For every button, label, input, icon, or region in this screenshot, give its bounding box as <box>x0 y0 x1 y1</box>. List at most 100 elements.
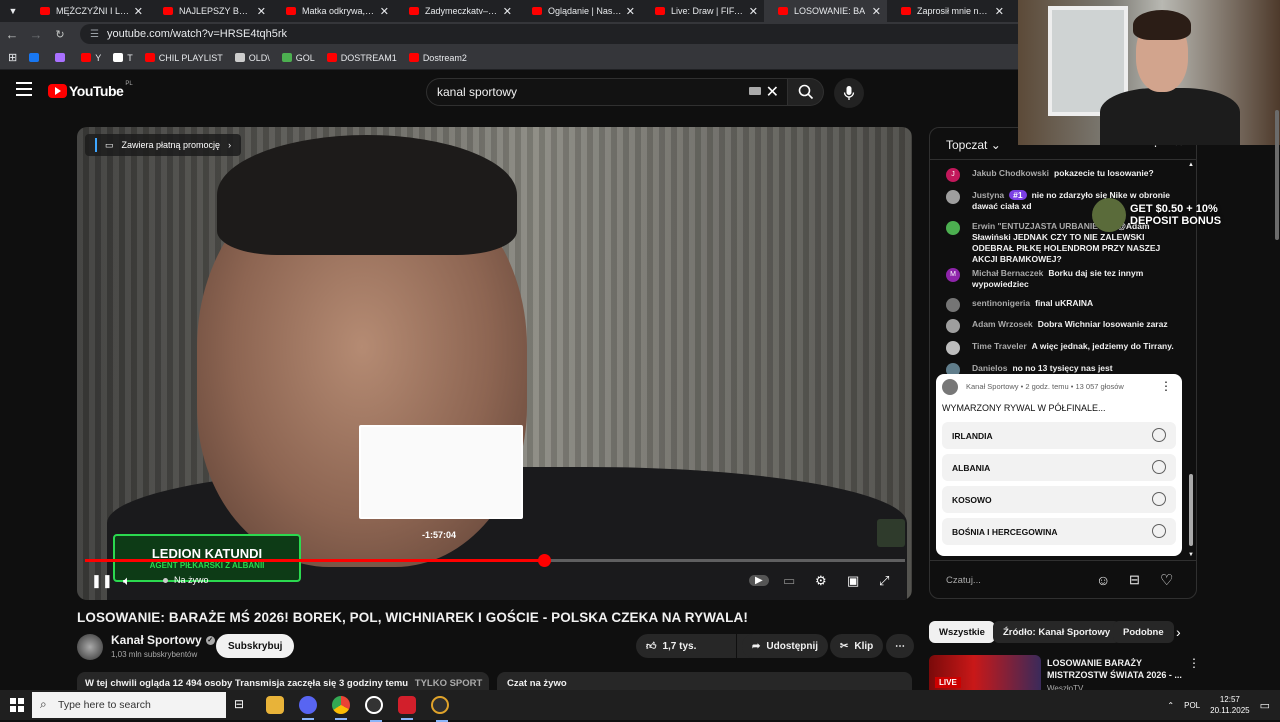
language-indicator[interactable]: POL <box>1184 701 1200 710</box>
chat-input[interactable]: Czatuj... <box>946 575 981 586</box>
tab-search-chevron-icon[interactable]: ▼ <box>0 0 26 22</box>
subtitles-icon[interactable]: ▭ <box>783 573 795 589</box>
chat-message[interactable]: Time Traveler A więc jednak, jedziemy do … <box>946 341 1186 355</box>
chat-mode-dropdown[interactable]: Topczat ⌄ <box>946 138 1001 152</box>
like-button[interactable]: 👍︎ 1,7 tys. <box>636 634 736 658</box>
chips-next-chevron-icon[interactable]: › <box>1176 624 1181 640</box>
tab-close-icon[interactable]: ✕ <box>503 5 512 18</box>
filter-chip[interactable]: Wszystkie <box>929 621 995 643</box>
scroll-down-icon[interactable]: ▼ <box>1188 552 1194 558</box>
youtube-logo[interactable]: YouTube PL <box>48 81 133 99</box>
chat-username[interactable]: Michał Bernaczek <box>972 268 1043 278</box>
more-actions-button[interactable]: ⋯ <box>886 634 914 658</box>
url-omnibox[interactable]: ☰ youtube.com/watch?v=HRSE4tqh5rk <box>80 24 1040 44</box>
channel-watermark[interactable] <box>877 519 905 547</box>
chat-username[interactable]: Danielos <box>972 363 1007 373</box>
scroll-up-icon[interactable]: ▲ <box>1188 162 1194 168</box>
autoplay-toggle-icon[interactable]: ▶ <box>749 575 769 586</box>
bookmark-item[interactable] <box>29 53 43 62</box>
chat-scrollbar-thumb[interactable] <box>1189 474 1193 546</box>
volume-icon[interactable]: 🔈︎ <box>123 573 131 589</box>
bookmark-item[interactable]: Y <box>81 53 101 63</box>
chat-message[interactable]: J Jakub Chodkowski pokazecie tu losowanie? <box>946 168 1186 182</box>
poll-option[interactable]: ALBANIA <box>942 454 1176 481</box>
task-view-icon[interactable]: ⊟ <box>234 697 244 711</box>
taskbar-clock[interactable]: 12:57 20.11.2025 <box>1210 694 1249 716</box>
browser-tab[interactable]: LOSOWANIE: BA ✕ <box>764 0 887 22</box>
app-icon[interactable] <box>431 696 449 722</box>
theater-mode-icon[interactable]: ▣ <box>847 573 859 589</box>
radio-circle-icon[interactable] <box>1152 428 1166 442</box>
clip-button[interactable]: ✂ Klip <box>830 634 884 658</box>
tab-close-icon[interactable]: ✕ <box>257 5 266 18</box>
browser-tab[interactable]: Live: Draw | FIFA Wor ✕ <box>641 0 764 22</box>
reload-icon[interactable]: ↻ <box>48 28 72 41</box>
video-player[interactable]: ▭ Zawiera płatną promocję › -1:57:04 LED… <box>77 127 912 600</box>
paid-promotion-badge[interactable]: ▭ Zawiera płatną promocję › <box>85 134 242 156</box>
chat-message[interactable]: sentinonigeria final uKRAINA <box>946 298 1186 312</box>
tab-close-icon[interactable]: ✕ <box>872 5 881 18</box>
recommended-video-thumbnail[interactable]: LIVE <box>929 655 1041 695</box>
hamburger-menu-icon[interactable] <box>16 82 32 96</box>
tab-close-icon[interactable]: ✕ <box>995 5 1004 18</box>
recommended-more-icon[interactable]: ⋮ <box>1188 656 1200 670</box>
bookmark-item[interactable] <box>55 53 69 62</box>
chat-username[interactable]: sentinonigeria <box>972 298 1030 308</box>
emoji-icon[interactable]: ☺ <box>1096 572 1110 588</box>
subscribe-button[interactable]: Subskrybuj <box>216 634 295 658</box>
chat-user-avatar[interactable] <box>946 341 960 355</box>
search-button[interactable] <box>788 78 824 106</box>
windows-start-icon[interactable] <box>10 698 24 712</box>
search-input[interactable]: kanal sportowy ✕ <box>426 78 788 106</box>
radio-circle-icon[interactable] <box>1152 460 1166 474</box>
channel-name[interactable]: Kanał Sportowy ✓ <box>111 633 215 647</box>
back-arrow-icon[interactable]: ← <box>0 27 24 42</box>
chat-username[interactable]: Time Traveler <box>972 341 1027 351</box>
bookmark-item[interactable]: GOL <box>281 53 315 63</box>
chat-user-avatar[interactable] <box>946 319 960 333</box>
chat-username[interactable]: Adam Wrzosek <box>972 319 1033 329</box>
bookmark-item[interactable]: CHIL PLAYLIST <box>144 53 223 63</box>
filter-chip[interactable]: Podobne <box>1113 621 1174 643</box>
site-info-icon[interactable]: ☰ <box>90 29 99 40</box>
live-indicator[interactable]: Na żywo <box>163 575 209 585</box>
recommended-video-title[interactable]: LOSOWANIE BARAŻY MISTRZOSTW ŚWIATA 2026 … <box>1047 657 1183 681</box>
clear-search-icon[interactable]: ✕ <box>766 82 779 102</box>
taskbar-search-input[interactable]: ⌕ Type here to search <box>32 692 226 718</box>
chat-user-avatar[interactable] <box>946 190 960 204</box>
super-chat-icon[interactable]: ⊟ <box>1129 572 1140 588</box>
poll-option[interactable]: BOŚNIA I HERCEGOWINA <box>942 518 1176 545</box>
channel-avatar[interactable] <box>77 634 103 660</box>
radio-circle-icon[interactable] <box>1152 492 1166 506</box>
tab-close-icon[interactable]: ✕ <box>380 5 389 18</box>
bookmark-item[interactable]: DOSTREAM1 <box>326 53 397 63</box>
discord-icon[interactable] <box>299 696 317 720</box>
file-explorer-icon[interactable] <box>266 696 284 714</box>
poll-more-icon[interactable]: ⋮ <box>1160 379 1172 393</box>
keyboard-icon[interactable] <box>749 87 761 95</box>
hashtag-link[interactable]: TYLKO SPORT <box>415 678 483 689</box>
tab-close-icon[interactable]: ✕ <box>134 5 143 18</box>
pause-icon[interactable]: ❚❚ <box>91 573 113 589</box>
bookmark-item[interactable]: OLD\ <box>234 53 270 63</box>
browser-tab[interactable]: Zadymeczkatv– Sezon ✕ <box>395 0 518 22</box>
notifications-icon[interactable]: ▭ <box>1260 699 1270 712</box>
browser-tab[interactable]: Zaprosił mnie na PRA ✕ <box>887 0 1010 22</box>
tray-expand-icon[interactable]: ⌃ <box>1167 701 1174 710</box>
tab-close-icon[interactable]: ✕ <box>749 5 758 18</box>
page-scrollbar-thumb[interactable] <box>1275 110 1279 240</box>
obs-icon[interactable] <box>365 696 383 722</box>
voice-search-button[interactable] <box>834 78 864 108</box>
chat-username[interactable]: Jakub Chodkowski <box>972 168 1049 178</box>
tab-close-icon[interactable]: ✕ <box>626 5 635 18</box>
fullscreen-icon[interactable]: ⤢ <box>879 573 889 589</box>
heart-icon[interactable]: ♡ <box>1160 571 1173 589</box>
filter-chip[interactable]: Źródło: Kanał Sportowy <box>993 621 1121 643</box>
apps-grid-icon[interactable]: ⊞ <box>8 51 17 64</box>
share-button[interactable]: ➦ Udostępnij <box>742 634 829 658</box>
chat-username[interactable]: Justyna <box>972 190 1004 200</box>
bookmark-item[interactable]: T <box>113 53 133 63</box>
browser-tab[interactable]: MĘŻCZYŹNI I LEWICA ✕ <box>26 0 149 22</box>
poll-option[interactable]: KOSOWO <box>942 486 1176 513</box>
bookmark-item[interactable]: Dostream2 <box>408 53 467 63</box>
